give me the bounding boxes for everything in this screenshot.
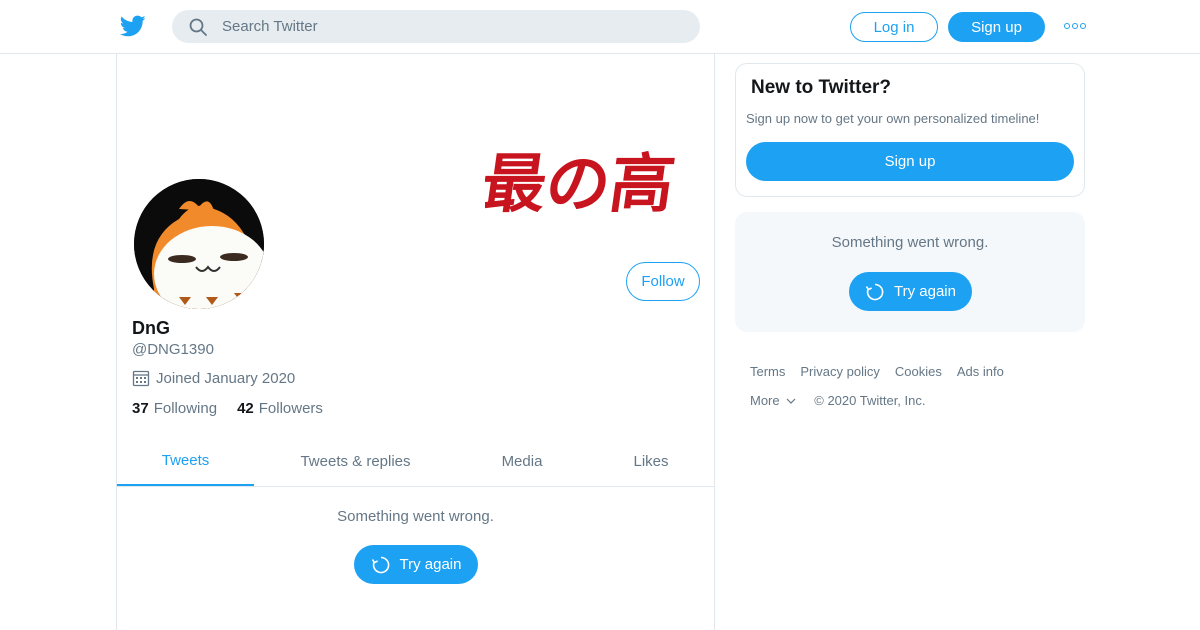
timeline-retry-label: Try again — [399, 556, 462, 573]
followers-label: Followers — [258, 400, 323, 417]
new-to-twitter-title: New to Twitter? — [751, 77, 892, 98]
sidebar-error-card: Something went wrong. Try again — [735, 212, 1085, 332]
profile-tabs: Tweets Tweets & replies Media Likes — [117, 437, 714, 487]
tab-tweets[interactable]: Tweets — [117, 437, 254, 486]
twitter-bird-icon[interactable] — [119, 13, 147, 39]
copyright: © 2020 Twitter, Inc. — [814, 392, 926, 408]
following-label: Following — [153, 400, 218, 417]
follow-button[interactable]: Follow — [626, 262, 700, 301]
login-button[interactable]: Log in — [850, 12, 938, 42]
footer-bottom-row: More © 2020 Twitter, Inc. — [750, 391, 1080, 409]
profile-stats: 37 Following 42 Followers — [132, 400, 343, 417]
banner-text: 最の高 — [485, 147, 679, 222]
user-handle: @DNG1390 — [132, 341, 214, 358]
footer-more-menu[interactable]: More — [750, 393, 796, 408]
footer-link-ads-info[interactable]: Ads info — [957, 364, 1004, 379]
top-navigation-bar: Log in Sign up — [0, 0, 1200, 54]
joined-text: Joined January 2020 — [156, 369, 296, 387]
sidebar-retry-button[interactable]: Try again — [849, 272, 972, 311]
new-to-twitter-subtitle: Sign up now to get your own personalized… — [746, 111, 1040, 126]
tab-likes[interactable]: Likes — [607, 437, 695, 486]
new-to-twitter-card: New to Twitter? Sign up now to get your … — [735, 63, 1085, 197]
footer-link-privacy[interactable]: Privacy policy — [800, 364, 879, 379]
refresh-icon — [865, 283, 884, 300]
footer-link-cookies[interactable]: Cookies — [895, 364, 942, 379]
calendar-icon — [132, 370, 150, 387]
footer-more-label: More — [750, 392, 780, 408]
footer-link-terms[interactable]: Terms — [750, 364, 785, 379]
following-stat[interactable]: 37 Following — [132, 400, 217, 417]
sidebar-signup-button[interactable]: Sign up — [746, 142, 1074, 181]
tab-media[interactable]: Media — [477, 437, 567, 486]
search-input[interactable] — [222, 18, 642, 35]
chevron-down-icon — [786, 398, 796, 404]
search-icon — [189, 18, 207, 36]
refresh-icon — [371, 556, 389, 573]
avatar-image — [134, 179, 264, 309]
followers-count: 42 — [237, 400, 254, 417]
footer-links-row: Terms Privacy policy Cookies Ads info — [750, 362, 1080, 380]
banner-image: 最の高 — [485, 147, 679, 222]
search-box[interactable] — [172, 10, 700, 43]
avatar[interactable] — [131, 176, 267, 312]
sidebar-retry-label: Try again — [894, 283, 956, 300]
following-count: 37 — [132, 400, 149, 417]
timeline-error-message: Something went wrong. — [337, 508, 494, 525]
more-dots-icon[interactable] — [1064, 20, 1086, 32]
timeline-retry-button[interactable]: Try again — [354, 545, 478, 584]
profile-column: 最の高 Follow DnG @DNG1390 Joined January 2… — [116, 54, 715, 630]
joined-date: Joined January 2020 — [132, 369, 295, 387]
display-name: DnG — [132, 318, 170, 338]
footer: Terms Privacy policy Cookies Ads info Mo… — [750, 362, 1080, 420]
tab-tweets-replies[interactable]: Tweets & replies — [274, 437, 437, 486]
followers-stat[interactable]: 42 Followers — [237, 400, 323, 417]
signup-button[interactable]: Sign up — [948, 12, 1045, 42]
sidebar-error-message: Something went wrong. — [831, 234, 989, 251]
